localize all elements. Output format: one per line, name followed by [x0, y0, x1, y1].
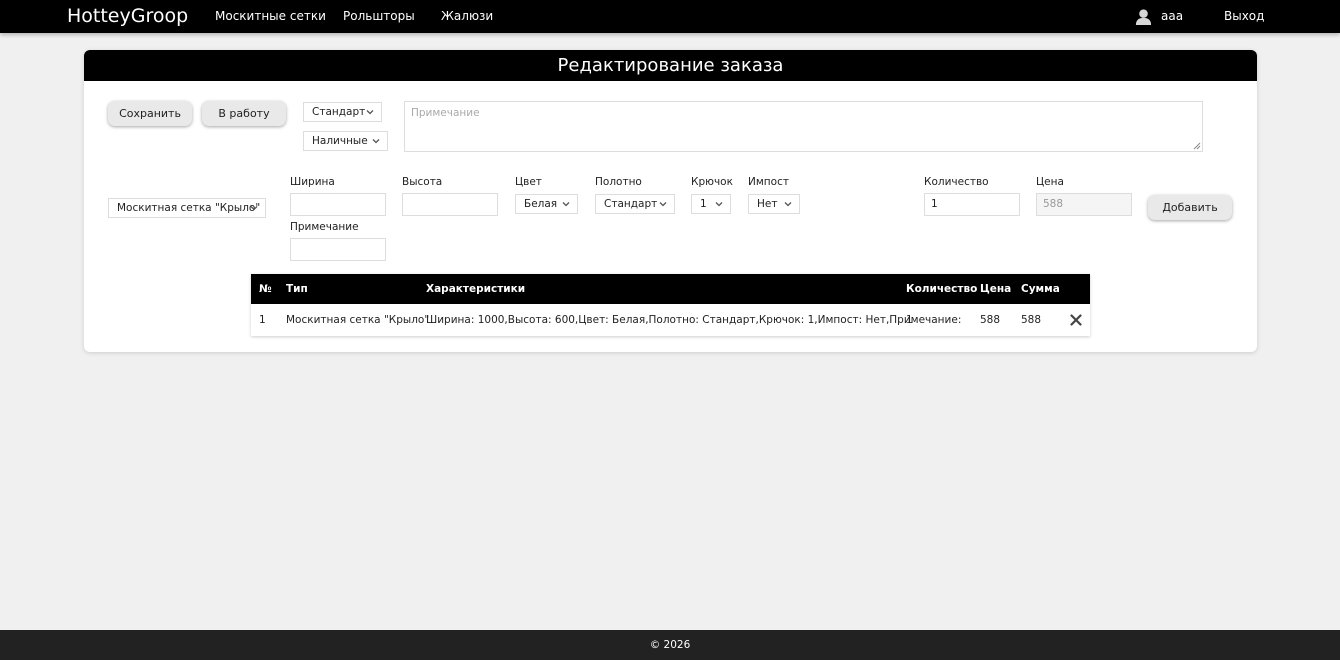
footer: © 2026	[0, 630, 1340, 660]
product-type-value: Москитная сетка "Крыло"	[117, 202, 261, 214]
chevron-down-icon	[659, 202, 667, 207]
user-icon	[1135, 9, 1152, 26]
order-type-select[interactable]: Стандарт	[303, 102, 382, 122]
row-quantity: 1	[906, 314, 913, 326]
close-icon[interactable]	[1070, 314, 1082, 326]
row-sum: 588	[1021, 314, 1042, 326]
price-input[interactable]: 588	[1036, 193, 1132, 216]
height-input[interactable]	[402, 193, 498, 216]
column-header-quantity: Количество	[906, 283, 978, 295]
table-header: № Тип Характеристики Количество Цена Сум…	[251, 274, 1090, 304]
to-work-button[interactable]: В работу	[202, 101, 286, 126]
width-input[interactable]	[290, 193, 386, 216]
chevron-down-icon	[366, 110, 374, 115]
hook-value: 1	[700, 198, 707, 210]
payment-value: Наличные	[312, 135, 368, 147]
order-type-value: Стандарт	[312, 106, 366, 118]
color-value: Белая	[524, 198, 558, 210]
add-item-button[interactable]: Добавить	[1148, 195, 1232, 220]
nav-link-blinds[interactable]: Жалюзи	[441, 9, 493, 23]
color-select[interactable]: Белая	[515, 194, 578, 214]
product-type-select[interactable]: Москитная сетка "Крыло"	[108, 198, 266, 218]
chevron-down-icon	[372, 139, 380, 144]
copyright-text: © 2026	[649, 639, 691, 651]
top-navbar: HotteyGroop Москитные сетки Рольшторы Жа…	[0, 0, 1340, 33]
height-label: Высота	[402, 176, 443, 188]
color-label: Цвет	[515, 176, 542, 188]
row-type: Москитная сетка "Крыло"	[286, 314, 430, 326]
price-label: Цена	[1036, 176, 1064, 188]
canvas-label: Полотно	[595, 176, 642, 188]
row-price: 588	[980, 314, 1001, 326]
brand-logo[interactable]: HotteyGroop	[67, 5, 188, 27]
row-number: 1	[259, 314, 266, 326]
impost-select[interactable]: Нет	[748, 194, 800, 214]
column-header-sum: Сумма	[1021, 283, 1060, 295]
width-label: Ширина	[290, 176, 335, 188]
order-items-table: № Тип Характеристики Количество Цена Сум…	[251, 274, 1090, 336]
column-header-type: Тип	[286, 283, 308, 295]
hook-select[interactable]: 1	[691, 194, 731, 214]
nav-link-roller-blinds[interactable]: Рольшторы	[343, 9, 415, 23]
user-name[interactable]: aaa	[1161, 9, 1183, 23]
order-note-textarea[interactable]: Примечание	[404, 101, 1203, 152]
page-title: Редактирование заказа	[84, 50, 1257, 81]
item-note-label: Примечание	[290, 221, 359, 233]
quantity-input[interactable]: 1	[924, 193, 1020, 216]
logout-link[interactable]: Выход	[1224, 9, 1264, 23]
row-specs: Ширина: 1000,Высота: 600,Цвет: Белая,Пол…	[426, 314, 962, 326]
canvas-value: Стандарт	[604, 198, 658, 210]
chevron-down-icon	[562, 202, 570, 207]
chevron-down-icon	[715, 202, 723, 207]
hook-label: Крючок	[691, 176, 733, 188]
canvas-select[interactable]: Стандарт	[595, 194, 675, 214]
payment-select[interactable]: Наличные	[303, 131, 388, 151]
column-header-number: №	[259, 283, 272, 295]
chevron-down-icon	[250, 206, 258, 211]
impost-value: Нет	[757, 198, 778, 210]
quantity-label: Количество	[924, 176, 989, 188]
nav-link-mosquito-nets[interactable]: Москитные сетки	[215, 9, 326, 23]
resize-grip-icon[interactable]	[1193, 142, 1201, 150]
order-edit-panel: Редактирование заказа Сохранить В работу…	[84, 50, 1257, 352]
impost-label: Импост	[748, 176, 789, 188]
item-note-input[interactable]	[290, 238, 386, 261]
column-header-price: Цена	[980, 283, 1012, 295]
order-note-placeholder: Примечание	[411, 107, 480, 119]
save-button[interactable]: Сохранить	[108, 101, 192, 126]
column-header-specs: Характеристики	[426, 283, 526, 295]
chevron-down-icon	[784, 202, 792, 207]
